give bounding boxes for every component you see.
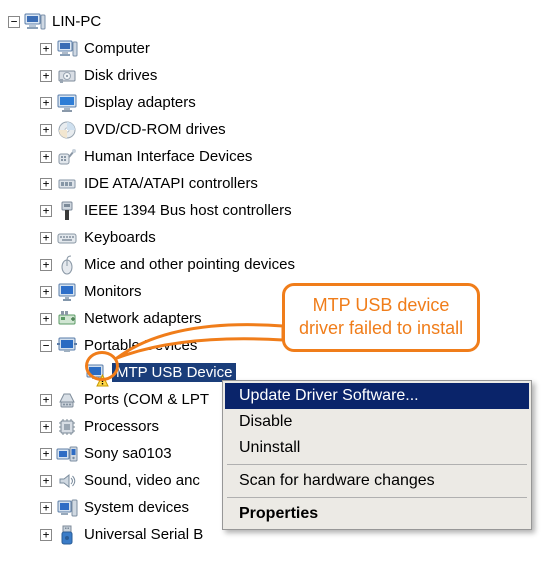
dvd-drive-icon <box>56 119 78 141</box>
menu-scan-hardware[interactable]: Scan for hardware changes <box>225 468 529 494</box>
collapse-icon[interactable]: − <box>40 340 52 352</box>
expand-icon[interactable]: + <box>40 43 52 55</box>
expand-icon[interactable]: + <box>40 394 52 406</box>
tree-category-node[interactable]: + IEEE 1394 Bus host controllers <box>8 197 547 224</box>
menu-disable[interactable]: Disable <box>225 409 529 435</box>
tree-category-label: Processors <box>84 418 159 435</box>
annotation-callout: MTP USB device driver failed to install <box>282 283 480 352</box>
expand-icon[interactable]: + <box>40 70 52 82</box>
hid-icon <box>56 146 78 168</box>
tree-category-label: Human Interface Devices <box>84 148 252 165</box>
tree-category-label: IDE ATA/ATAPI controllers <box>84 175 258 192</box>
callout-line1: MTP USB device <box>299 294 463 317</box>
tree-category-label: Mice and other pointing devices <box>84 256 295 273</box>
computer-root-icon <box>24 11 46 33</box>
disk-drive-icon <box>56 65 78 87</box>
collapse-icon[interactable]: − <box>8 16 20 28</box>
tree-category-node[interactable]: + IDE ATA/ATAPI controllers <box>8 170 547 197</box>
serial-port-icon <box>56 389 78 411</box>
network-adapter-icon <box>56 308 78 330</box>
expand-icon[interactable]: + <box>40 97 52 109</box>
tree-category-label: Ports (COM & LPT <box>84 391 209 408</box>
sound-device-icon <box>56 470 78 492</box>
portable-device-icon <box>56 335 78 357</box>
expand-icon[interactable]: + <box>40 205 52 217</box>
monitor-icon <box>56 281 78 303</box>
tree-category-label: Display adapters <box>84 94 196 111</box>
tree-category-node[interactable]: + DVD/CD-ROM drives <box>8 116 547 143</box>
expand-icon[interactable]: + <box>40 313 52 325</box>
tree-category-label: IEEE 1394 Bus host controllers <box>84 202 292 219</box>
mtp-device-icon <box>84 362 106 384</box>
tree-category-label: DVD/CD-ROM drives <box>84 121 226 138</box>
expand-icon[interactable]: + <box>40 151 52 163</box>
expand-icon[interactable]: + <box>40 448 52 460</box>
expand-icon[interactable]: + <box>40 286 52 298</box>
tree-root-node[interactable]: − LIN-PC <box>8 8 547 35</box>
tree-category-label: Disk drives <box>84 67 157 84</box>
tree-category-label: Sony sa0103 <box>84 445 172 462</box>
menu-properties[interactable]: Properties <box>225 501 529 527</box>
tree-device-label: MTP USB Device <box>112 363 236 382</box>
expand-icon[interactable]: + <box>40 259 52 271</box>
expand-icon[interactable]: + <box>40 502 52 514</box>
expand-icon[interactable]: + <box>40 124 52 136</box>
expand-icon[interactable]: + <box>40 475 52 487</box>
ide-controller-icon <box>56 173 78 195</box>
menu-separator <box>227 464 527 465</box>
menu-update-driver[interactable]: Update Driver Software... <box>225 383 529 409</box>
tree-category-node[interactable]: + Computer <box>8 35 547 62</box>
menu-uninstall[interactable]: Uninstall <box>225 435 529 461</box>
tree-root-label: LIN-PC <box>52 13 101 30</box>
tree-category-label: Portable Devices <box>84 337 197 354</box>
tree-category-node[interactable]: + Display adapters <box>8 89 547 116</box>
expand-icon[interactable]: + <box>40 178 52 190</box>
tree-category-label: Sound, video anc <box>84 472 200 489</box>
tree-category-node[interactable]: + Disk drives <box>8 62 547 89</box>
sony-device-icon <box>56 443 78 465</box>
keyboard-icon <box>56 227 78 249</box>
tree-category-label: Monitors <box>84 283 142 300</box>
display-adapter-icon <box>56 92 78 114</box>
system-device-icon <box>56 497 78 519</box>
tree-category-label: Universal Serial B <box>84 526 203 543</box>
tree-category-label: Computer <box>84 40 150 57</box>
expand-icon[interactable]: + <box>40 421 52 433</box>
tree-category-node[interactable]: + Mice and other pointing devices <box>8 251 547 278</box>
computer-icon <box>56 38 78 60</box>
processor-icon <box>56 416 78 438</box>
tree-category-label: Network adapters <box>84 310 202 327</box>
tree-category-label: Keyboards <box>84 229 156 246</box>
context-menu: Update Driver Software... Disable Uninst… <box>222 380 532 530</box>
expand-icon[interactable]: + <box>40 529 52 541</box>
callout-line2: driver failed to install <box>299 317 463 340</box>
mouse-icon <box>56 254 78 276</box>
ieee1394-icon <box>56 200 78 222</box>
tree-category-label: System devices <box>84 499 189 516</box>
expand-icon[interactable]: + <box>40 232 52 244</box>
tree-category-node[interactable]: + Human Interface Devices <box>8 143 547 170</box>
tree-category-node[interactable]: + Keyboards <box>8 224 547 251</box>
usb-controller-icon <box>56 524 78 546</box>
warning-badge-icon <box>96 374 108 386</box>
menu-separator <box>227 497 527 498</box>
